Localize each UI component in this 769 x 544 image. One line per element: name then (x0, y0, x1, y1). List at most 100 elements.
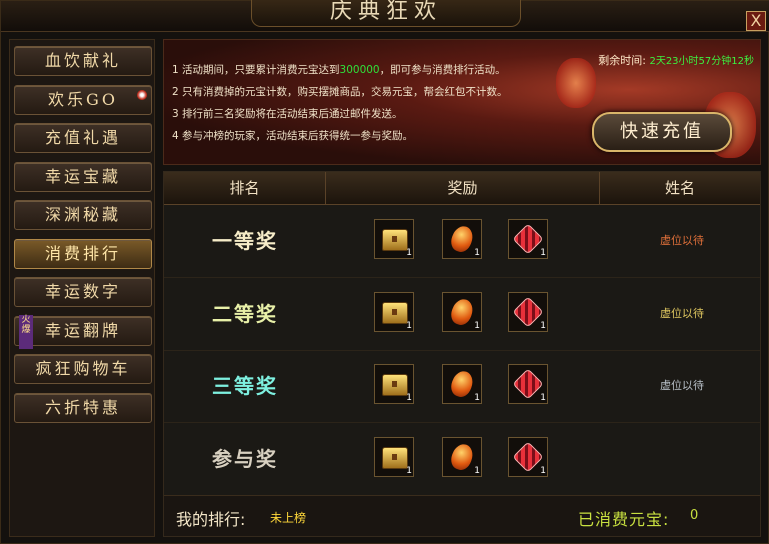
treasure-chest-icon (382, 229, 408, 251)
winner-name: 虚位以待 (660, 234, 704, 247)
reward-count: 1 (540, 465, 546, 476)
reward-count: 1 (406, 248, 412, 258)
footer-bar: 我的排行: 未上榜 已消费元宝: 0 (164, 495, 760, 536)
reward-slot[interactable]: 1 (508, 436, 548, 477)
fire-gem-icon (448, 223, 476, 255)
sidebar-item-label: 消费排行 (44, 243, 121, 263)
reward-slot[interactable]: 1 (442, 219, 482, 259)
table-row: 参与奖 1 1 1 (164, 423, 760, 496)
reward-slot[interactable]: 1 (508, 291, 548, 332)
reward-count: 1 (406, 393, 412, 403)
winner-name: 虚位以待 (660, 379, 704, 392)
rules-banner: 剩余时间: 2天23小时57分钟12秒 快速充值 1 活动期间，只要累计消费元宝… (163, 39, 761, 165)
rule-prefix: 2 只有消费掉的元宝计数，购买摆摊商品，交易元宝，帮会红包不计数。 (172, 86, 508, 98)
reward-count: 1 (540, 320, 546, 331)
reward-count: 1 (474, 465, 480, 476)
sidebar-item[interactable]: 幸运翻牌 火爆 (14, 314, 152, 349)
rule-line: 1 活动期间，只要累计消费元宝达到300000，即可参与消费排行活动。 (172, 62, 506, 77)
header-reward: 奖励 (326, 172, 600, 204)
crystal-orb-icon (512, 295, 544, 328)
sidebar-item[interactable]: 深渊秘藏 (14, 200, 152, 230)
title-bar: 庆典狂欢 X (1, 0, 769, 32)
remaining-time: 剩余时间: 2天23小时57分钟12秒 (598, 52, 754, 68)
reward-slot[interactable]: 1 (374, 364, 414, 404)
table-row: 一等奖 1 1 1 虚位以待 (164, 205, 760, 278)
window-title-text: 庆典狂欢 (329, 0, 442, 24)
event-window: 庆典狂欢 X 血饮献礼欢乐GO 充值礼遇幸运宝藏深渊秘藏消费排行幸运数字幸运翻牌火… (0, 0, 769, 544)
close-button[interactable]: X (746, 11, 766, 31)
sidebar-item-label: 幸运翻牌 (44, 320, 121, 340)
header-name: 姓名 (664, 179, 695, 197)
rank-label: 一等奖 (212, 229, 278, 253)
remaining-time-label: 剩余时间: (598, 54, 646, 67)
sidebar-item[interactable]: 血饮献礼 (14, 46, 152, 76)
table-row: 二等奖 1 1 1 虚位以待 (164, 278, 760, 351)
sidebar-item-label: 深渊秘藏 (44, 205, 121, 224)
sidebar-item-label: 血饮献礼 (44, 51, 121, 70)
table-row: 三等奖 1 1 1 虚位以待 (164, 350, 760, 423)
sidebar-item[interactable]: 幸运宝藏 (14, 161, 152, 192)
sidebar-item[interactable]: 充值礼遇 (14, 123, 152, 153)
reward-slot[interactable]: 1 (442, 436, 482, 477)
remaining-time-value: 2天23小时57分钟12秒 (649, 56, 754, 67)
window-title: 庆典狂欢 (251, 0, 521, 27)
fire-gem-icon (448, 440, 476, 473)
notification-dot-icon (137, 89, 147, 100)
rule-suffix: ，即可参与消费排行活动。 (379, 64, 506, 76)
hot-tag: 火爆 (19, 314, 33, 349)
crystal-orb-icon (512, 223, 544, 255)
sidebar-item[interactable]: 幸运数字 (14, 277, 152, 307)
rule-prefix: 4 参与冲榜的玩家，活动结束后获得统一参与奖励。 (172, 130, 414, 142)
sidebar-item-label: 幸运数字 (44, 282, 121, 301)
reward-slot[interactable]: 1 (442, 291, 482, 332)
reward-count: 1 (474, 320, 480, 331)
rank-label: 二等奖 (212, 301, 278, 326)
lantern-decoration (556, 58, 596, 108)
reward-slot[interactable]: 1 (508, 364, 548, 404)
reward-count: 1 (406, 320, 412, 331)
reward-slot[interactable]: 1 (374, 436, 414, 477)
rule-line: 2 只有消费掉的元宝计数，购买摆摊商品，交易元宝，帮会红包不计数。 (172, 84, 508, 99)
reward-count: 1 (540, 248, 546, 258)
reward-slot[interactable]: 1 (508, 219, 548, 259)
treasure-chest-icon (382, 301, 408, 324)
reward-slot[interactable]: 1 (442, 364, 482, 404)
reward-slot[interactable]: 1 (374, 291, 414, 332)
my-rank-value: 未上榜 (270, 511, 307, 525)
crystal-orb-icon (512, 440, 544, 473)
rule-prefix: 1 活动期间，只要累计消费元宝达到 (172, 64, 340, 76)
reward-count: 1 (474, 248, 480, 258)
reward-count: 1 (406, 465, 412, 476)
crystal-orb-icon (512, 368, 544, 400)
fire-gem-icon (448, 368, 476, 400)
sidebar-item[interactable]: 欢乐GO (14, 84, 152, 115)
rule-highlight: 300000 (339, 64, 380, 76)
reward-count: 1 (540, 393, 546, 403)
rule-prefix: 3 排行前三名奖励将在活动结束后通过邮件发送。 (172, 108, 403, 120)
sidebar-item[interactable]: 六折特惠 (14, 392, 152, 423)
golden-chest-icon (382, 446, 408, 469)
spent-ingot-value: 0 (690, 508, 699, 523)
sidebar-item-label: 充值礼遇 (44, 128, 121, 147)
sidebar-item-label: 幸运宝藏 (44, 166, 121, 186)
reward-slot[interactable]: 1 (374, 219, 414, 259)
sidebar-item-label: 疯狂购物车 (35, 359, 131, 378)
rank-label: 三等奖 (212, 374, 278, 398)
rank-label: 参与奖 (212, 446, 278, 471)
golden-chest-icon (382, 374, 408, 396)
winner-name (604, 423, 760, 495)
sidebar-item-label: 六折特惠 (44, 397, 121, 417)
quick-recharge-button[interactable]: 快速充值 (592, 112, 732, 152)
spent-ingot-label: 已消费元宝: (578, 510, 670, 529)
ranking-table: 排名 奖励 姓名 一等奖 1 1 1 虚位以待 二等奖 1 1 1 虚位以待 三等奖 1 1 1 虚位以待参… (163, 171, 761, 537)
sidebar-item-label: 欢乐GO (48, 89, 118, 109)
reward-count: 1 (474, 393, 480, 403)
rule-line: 4 参与冲榜的玩家，活动结束后获得统一参与奖励。 (172, 128, 413, 143)
fire-gem-icon (448, 295, 476, 328)
winner-name: 虚位以待 (660, 306, 704, 320)
rule-line: 3 排行前三名奖励将在活动结束后通过邮件发送。 (172, 106, 403, 121)
my-rank-label: 我的排行: (176, 510, 246, 529)
sidebar-item[interactable]: 疯狂购物车 (14, 354, 152, 384)
sidebar: 血饮献礼 欢乐GO 充值礼遇 幸运宝藏 深渊秘藏 消费排行 幸运数字 幸运翻牌 火爆 疯狂购物车六… (9, 39, 155, 537)
sidebar-item[interactable]: 消费排行 (14, 238, 152, 269)
